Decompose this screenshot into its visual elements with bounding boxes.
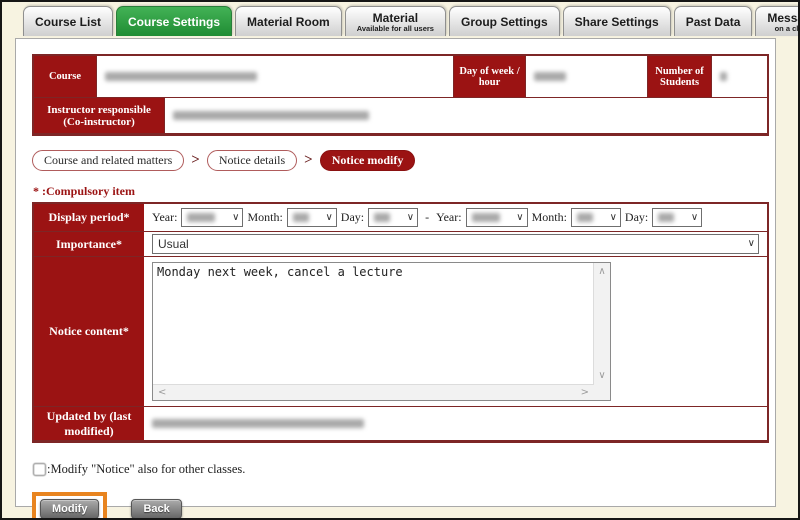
start-year-redacted <box>187 213 215 222</box>
start-year-select[interactable]: ∨ <box>181 208 243 227</box>
updated-by-redacted <box>152 419 364 428</box>
breadcrumb-notice-details[interactable]: Notice details <box>207 150 297 171</box>
tab-message-label: Message <box>767 11 800 25</box>
chevron-down-icon: ∨ <box>407 213 414 223</box>
back-button[interactable]: Back <box>131 499 181 519</box>
page: Course List Course Settings Material Roo… <box>0 0 800 520</box>
chevron-down-icon: ∨ <box>691 213 698 223</box>
tab-past-data[interactable]: Past Data <box>674 6 753 36</box>
tab-group-settings[interactable]: Group Settings <box>449 6 560 36</box>
importance-row: Importance* Usual ∨ <box>34 231 767 256</box>
notice-content-cell: Monday next week, cancel a lecture ∧ ∨ <… <box>144 257 767 406</box>
end-month-redacted <box>577 213 593 222</box>
end-year-select[interactable]: ∨ <box>466 208 528 227</box>
breadcrumb-course-related[interactable]: Course and related matters <box>32 150 184 171</box>
breadcrumb-notice-modify: Notice modify <box>320 150 416 171</box>
notice-form-table: Display period* Year: ∨ Month: ∨ Day: <box>32 202 769 443</box>
chevron-down-icon: ∨ <box>610 213 617 223</box>
instructor-redacted <box>173 111 369 120</box>
start-day-select[interactable]: ∨ <box>368 208 418 227</box>
start-month-select[interactable]: ∨ <box>287 208 337 227</box>
day-of-week-header: Day of week / hour <box>453 56 525 97</box>
end-day-redacted <box>658 213 674 222</box>
tab-message-sublabel: on a class <box>775 25 800 33</box>
course-name-cell <box>96 56 453 97</box>
course-info-row-2: Instructor responsible (Co-instructor) <box>34 97 767 133</box>
start-day-redacted <box>374 213 390 222</box>
notice-content-row: Notice content* Monday next week, cancel… <box>34 256 767 406</box>
end-day-select[interactable]: ∨ <box>652 208 702 227</box>
updated-by-cell <box>144 407 767 440</box>
notice-content-label: Notice content* <box>34 257 144 406</box>
instructor-header: Instructor responsible (Co-instructor) <box>34 98 164 133</box>
instructor-cell <box>164 98 767 133</box>
importance-label: Importance* <box>34 232 144 256</box>
chevron-down-icon: ∨ <box>232 213 239 223</box>
modify-notice-other-classes-label: :Modify "Notice" also for other classes. <box>47 462 245 477</box>
course-info-row-1: Course Day of week / hour Number of Stud… <box>34 56 767 97</box>
other-classes-option: :Modify "Notice" also for other classes. <box>33 462 759 477</box>
tab-bar: Course List Course Settings Material Roo… <box>23 6 800 36</box>
course-name-redacted <box>105 72 257 81</box>
modify-button-highlight: Modify <box>32 492 107 520</box>
end-year-redacted <box>472 213 500 222</box>
number-of-students-cell <box>711 56 767 97</box>
end-year-label: Year: <box>436 210 461 225</box>
scroll-down-icon[interactable]: ∨ <box>598 370 605 381</box>
updated-by-row: Updated by (last modified) <box>34 406 767 440</box>
display-period-row: Display period* Year: ∨ Month: ∨ Day: <box>34 204 767 231</box>
start-month-label: Month: <box>247 210 282 225</box>
course-info-table: Course Day of week / hour Number of Stud… <box>32 54 769 136</box>
importance-select[interactable]: Usual ∨ <box>152 234 759 254</box>
tab-material-all-users-label: Material <box>373 11 418 25</box>
scroll-up-icon[interactable]: ∧ <box>598 266 605 277</box>
action-buttons: Modify Back <box>32 492 759 520</box>
tab-material-all-users[interactable]: Material Available for all users <box>345 6 446 36</box>
number-of-students-redacted <box>720 72 727 81</box>
chevron-down-icon: ∨ <box>325 213 332 223</box>
chevron-right-icon: > <box>304 152 313 169</box>
period-range-separator: - <box>422 210 432 225</box>
chevron-down-icon: ∨ <box>516 213 523 223</box>
importance-cell: Usual ∨ <box>144 232 767 256</box>
tab-course-settings[interactable]: Course Settings <box>116 6 232 36</box>
end-month-select[interactable]: ∨ <box>571 208 621 227</box>
scroll-left-icon[interactable]: < <box>158 387 166 398</box>
start-month-redacted <box>293 213 309 222</box>
tab-material-room[interactable]: Material Room <box>235 6 342 36</box>
tab-material-all-users-sublabel: Available for all users <box>357 25 434 33</box>
scrollbar-corner <box>594 384 610 400</box>
start-day-label: Day: <box>341 210 364 225</box>
day-of-week-cell <box>525 56 647 97</box>
notice-content-text: Monday next week, cancel a lecture <box>157 265 590 279</box>
notice-content-textarea[interactable]: Monday next week, cancel a lecture ∧ ∨ <… <box>152 262 611 401</box>
vertical-scrollbar[interactable]: ∧ ∨ <box>593 263 610 384</box>
scroll-right-icon[interactable]: > <box>581 387 589 398</box>
chevron-right-icon: > <box>191 152 200 169</box>
modify-button[interactable]: Modify <box>40 499 99 519</box>
tab-course-list[interactable]: Course List <box>23 6 113 36</box>
compulsory-note: * :Compulsory item <box>33 184 759 199</box>
importance-selected-value: Usual <box>158 237 189 251</box>
end-day-label: Day: <box>625 210 648 225</box>
updated-by-label: Updated by (last modified) <box>34 407 144 440</box>
content-panel: Course Day of week / hour Number of Stud… <box>15 38 776 507</box>
number-of-students-header: Number of Students <box>647 56 711 97</box>
end-month-label: Month: <box>532 210 567 225</box>
day-of-week-redacted <box>534 72 566 81</box>
horizontal-scrollbar[interactable]: < > <box>153 384 594 400</box>
start-year-label: Year: <box>152 210 177 225</box>
course-header: Course <box>34 56 96 97</box>
chevron-down-icon: ∨ <box>748 239 755 249</box>
tab-share-settings[interactable]: Share Settings <box>563 6 671 36</box>
breadcrumb: Course and related matters > Notice deta… <box>32 149 759 172</box>
display-period-label: Display period* <box>34 204 144 231</box>
display-period-cell: Year: ∨ Month: ∨ Day: ∨ - <box>144 204 767 231</box>
tab-message-on-class[interactable]: Message on a class <box>755 6 800 36</box>
modify-notice-other-classes-checkbox[interactable] <box>33 463 46 476</box>
